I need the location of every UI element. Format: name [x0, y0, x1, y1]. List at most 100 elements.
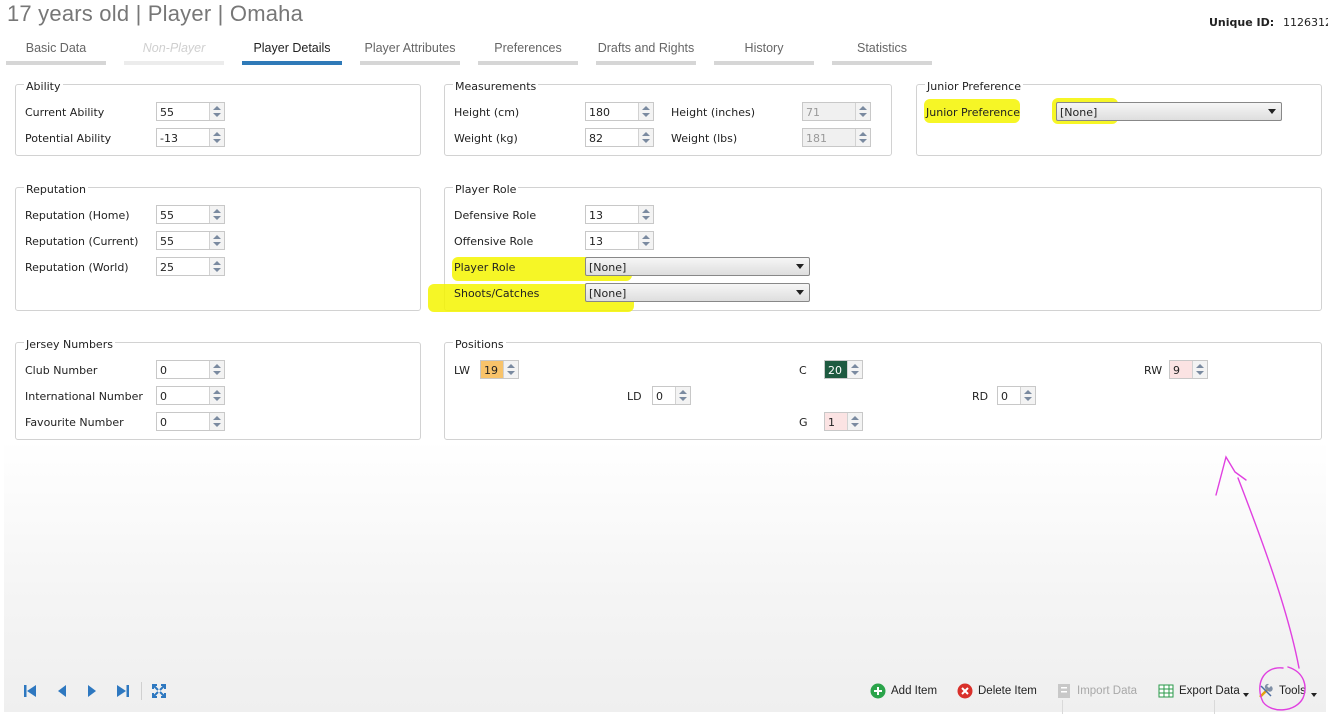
import-data-label: Import Data	[1077, 685, 1138, 697]
tab-drafts-and-rights[interactable]: Drafts and Rights	[596, 41, 696, 65]
position-c-spinner[interactable]: 20	[824, 360, 863, 379]
spinner-value: 25	[160, 261, 174, 274]
spinner-arrows-icon[interactable]	[209, 103, 224, 120]
tab-statistics[interactable]: Statistics	[832, 41, 932, 65]
tab-basic-data[interactable]: Basic Data	[6, 41, 106, 65]
tab-player-details[interactable]: Player Details	[242, 41, 342, 65]
add-item-label: Add Item	[891, 685, 938, 697]
tab-preferences[interactable]: Preferences	[478, 41, 578, 65]
shoots-catches-label: Shoots/Catches	[454, 287, 540, 300]
spinner-arrows-icon[interactable]	[675, 387, 690, 404]
junior-preference-dropdown[interactable]: [None]	[1056, 102, 1282, 121]
favourite-number-spinner[interactable]: 0	[156, 412, 225, 431]
spinner-arrows-icon[interactable]	[847, 413, 862, 430]
spinner-arrows-icon[interactable]	[209, 129, 224, 146]
height-inches-label: Height (inches)	[671, 106, 755, 119]
first-record-icon[interactable]	[22, 683, 38, 699]
last-record-icon[interactable]	[115, 683, 131, 699]
weight-kg-spinner[interactable]: 82	[585, 128, 654, 147]
jersey-numbers-panel-title: Jersey Numbers	[24, 338, 115, 351]
tab-label: Statistics	[856, 41, 907, 55]
height-cm-label: Height (cm)	[454, 106, 520, 119]
spinner-arrows-icon[interactable]	[209, 361, 224, 378]
reputation-current-label: Reputation (Current)	[25, 235, 139, 248]
spinner-value: 71	[806, 106, 820, 119]
position-rw-spinner[interactable]: 9	[1169, 360, 1208, 379]
current-ability-spinner[interactable]: 55	[156, 102, 225, 121]
potential-ability-spinner[interactable]: -13	[156, 128, 225, 147]
club-number-label: Club Number	[25, 364, 98, 377]
spinner-value: 55	[160, 235, 174, 248]
spinner-arrows-icon[interactable]	[638, 129, 653, 146]
tab-label: History	[744, 41, 784, 55]
spinner-value: -13	[160, 132, 178, 145]
toolbar-separator	[1062, 700, 1063, 714]
reputation-home-label: Reputation (Home)	[25, 209, 130, 222]
favourite-number-label: Favourite Number	[25, 416, 124, 429]
international-number-label: International Number	[25, 390, 143, 403]
player-role-dropdown[interactable]: [None]	[585, 257, 810, 276]
delete-item-label: Delete Item	[978, 685, 1037, 697]
player-role-label: Player Role	[454, 261, 516, 274]
spinner-value: 19	[484, 364, 498, 377]
spinner-value: 82	[589, 132, 603, 145]
weight-kg-label: Weight (kg)	[454, 132, 518, 145]
spinner-arrows-icon[interactable]	[209, 232, 224, 249]
position-lw-label: LW	[454, 364, 470, 377]
defensive-role-spinner[interactable]: 13	[585, 205, 654, 224]
offensive-role-spinner[interactable]: 13	[585, 231, 654, 250]
tab-history[interactable]: History	[714, 41, 814, 65]
spinner-arrows-icon	[855, 103, 870, 120]
previous-record-icon[interactable]	[54, 683, 70, 699]
spinner-arrows-icon[interactable]	[638, 103, 653, 120]
spinner-value: 13	[589, 235, 603, 248]
height-inches-spinner: 71	[802, 102, 871, 121]
spinner-arrows-icon[interactable]	[1192, 361, 1207, 378]
spinner-arrows-icon[interactable]	[209, 413, 224, 430]
spreadsheet-icon	[1158, 684, 1174, 698]
spinner-arrows-icon[interactable]	[847, 361, 862, 378]
tab-label: Preferences	[494, 41, 562, 55]
weight-lbs-spinner: 181	[802, 128, 871, 147]
height-cm-spinner[interactable]: 180	[585, 102, 654, 121]
spinner-value: 180	[589, 106, 610, 119]
position-c-label: C	[799, 364, 807, 377]
positions-panel: Positions	[444, 338, 1322, 440]
tab-label: Drafts and Rights	[597, 41, 695, 55]
spinner-value: 181	[806, 132, 827, 145]
measurements-panel-title: Measurements	[453, 80, 539, 93]
unique-id-label: Unique ID:	[1209, 16, 1275, 29]
spinner-arrows-icon[interactable]	[503, 361, 518, 378]
international-number-spinner[interactable]: 0	[156, 386, 225, 405]
spinner-arrows-icon[interactable]	[1020, 387, 1035, 404]
delete-item-button[interactable]: Delete Item	[957, 683, 1039, 701]
import-data-button: Import Data	[1056, 683, 1142, 701]
position-rd-spinner[interactable]: 0	[997, 386, 1036, 405]
spinner-arrows-icon[interactable]	[638, 232, 653, 249]
next-record-icon[interactable]	[84, 683, 100, 699]
reputation-current-spinner[interactable]: 55	[156, 231, 225, 250]
spinner-arrows-icon[interactable]	[209, 258, 224, 275]
shoots-catches-dropdown[interactable]: [None]	[585, 283, 810, 302]
reputation-world-spinner[interactable]: 25	[156, 257, 225, 276]
spinner-value: 55	[160, 209, 174, 222]
spinner-arrows-icon[interactable]	[209, 206, 224, 223]
spinner-value: 0	[1001, 390, 1008, 403]
club-number-spinner[interactable]: 0	[156, 360, 225, 379]
player-role-panel-title: Player Role	[453, 183, 519, 196]
spinner-value: 9	[1173, 364, 1180, 377]
expand-icon[interactable]	[151, 683, 167, 699]
reputation-home-spinner[interactable]: 55	[156, 205, 225, 224]
position-ld-spinner[interactable]: 0	[652, 386, 691, 405]
spinner-arrows-icon[interactable]	[638, 206, 653, 223]
tab-player-attributes[interactable]: Player Attributes	[360, 41, 460, 65]
position-g-spinner[interactable]: 1	[824, 412, 863, 431]
position-rw-label: RW	[1144, 364, 1163, 377]
spinner-value: 55	[160, 106, 174, 119]
add-item-button[interactable]: Add Item	[870, 683, 940, 701]
tab-label: Player Details	[253, 41, 331, 55]
spinner-arrows-icon[interactable]	[209, 387, 224, 404]
unique-id-value: 1126312	[1283, 16, 1328, 29]
position-lw-spinner[interactable]: 19	[480, 360, 519, 379]
reputation-panel-title: Reputation	[24, 183, 88, 196]
